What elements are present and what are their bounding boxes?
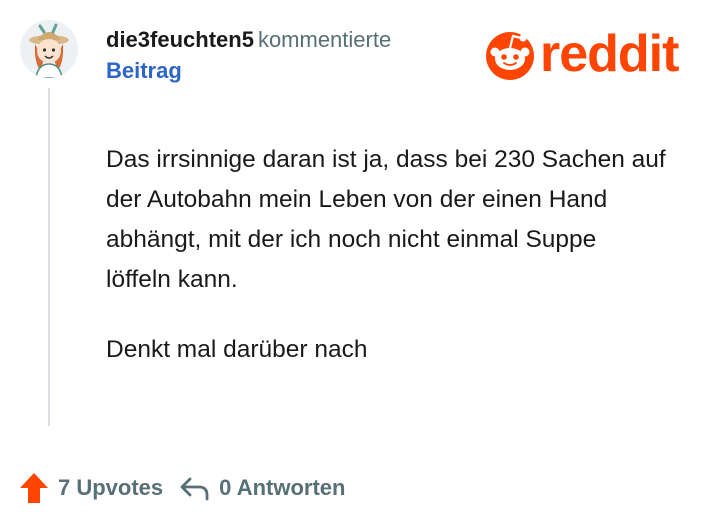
reply-arrow-icon[interactable] (179, 474, 211, 502)
post-link[interactable]: Beitrag (106, 57, 466, 85)
username[interactable]: die3feuchten5 (106, 27, 254, 52)
avatar[interactable] (20, 20, 78, 78)
comment-footer: 7 Upvotes 0 Antworten (18, 468, 345, 508)
comment-body: Das irrsinnige daran ist ja, dass bei 23… (106, 140, 666, 400)
thread-line[interactable] (48, 88, 50, 426)
upvote-arrow-icon[interactable] (18, 471, 50, 505)
comment-paragraph: Denkt mal darüber nach (106, 336, 368, 363)
comment-header: die3feuchten5 kommentierte Beitrag (106, 26, 466, 85)
reply-count[interactable]: 0 Antworten (219, 475, 345, 501)
avatar-image (20, 20, 78, 78)
reddit-logo: reddit (484, 25, 679, 83)
reddit-snoo-icon (486, 32, 534, 80)
comment-paragraph: Das irrsinnige daran ist ja, dass bei 23… (106, 146, 666, 293)
action-text: kommentierte (257, 27, 392, 52)
upvote-count[interactable]: 7 Upvotes (58, 475, 163, 501)
reddit-wordmark: reddit (540, 25, 679, 83)
